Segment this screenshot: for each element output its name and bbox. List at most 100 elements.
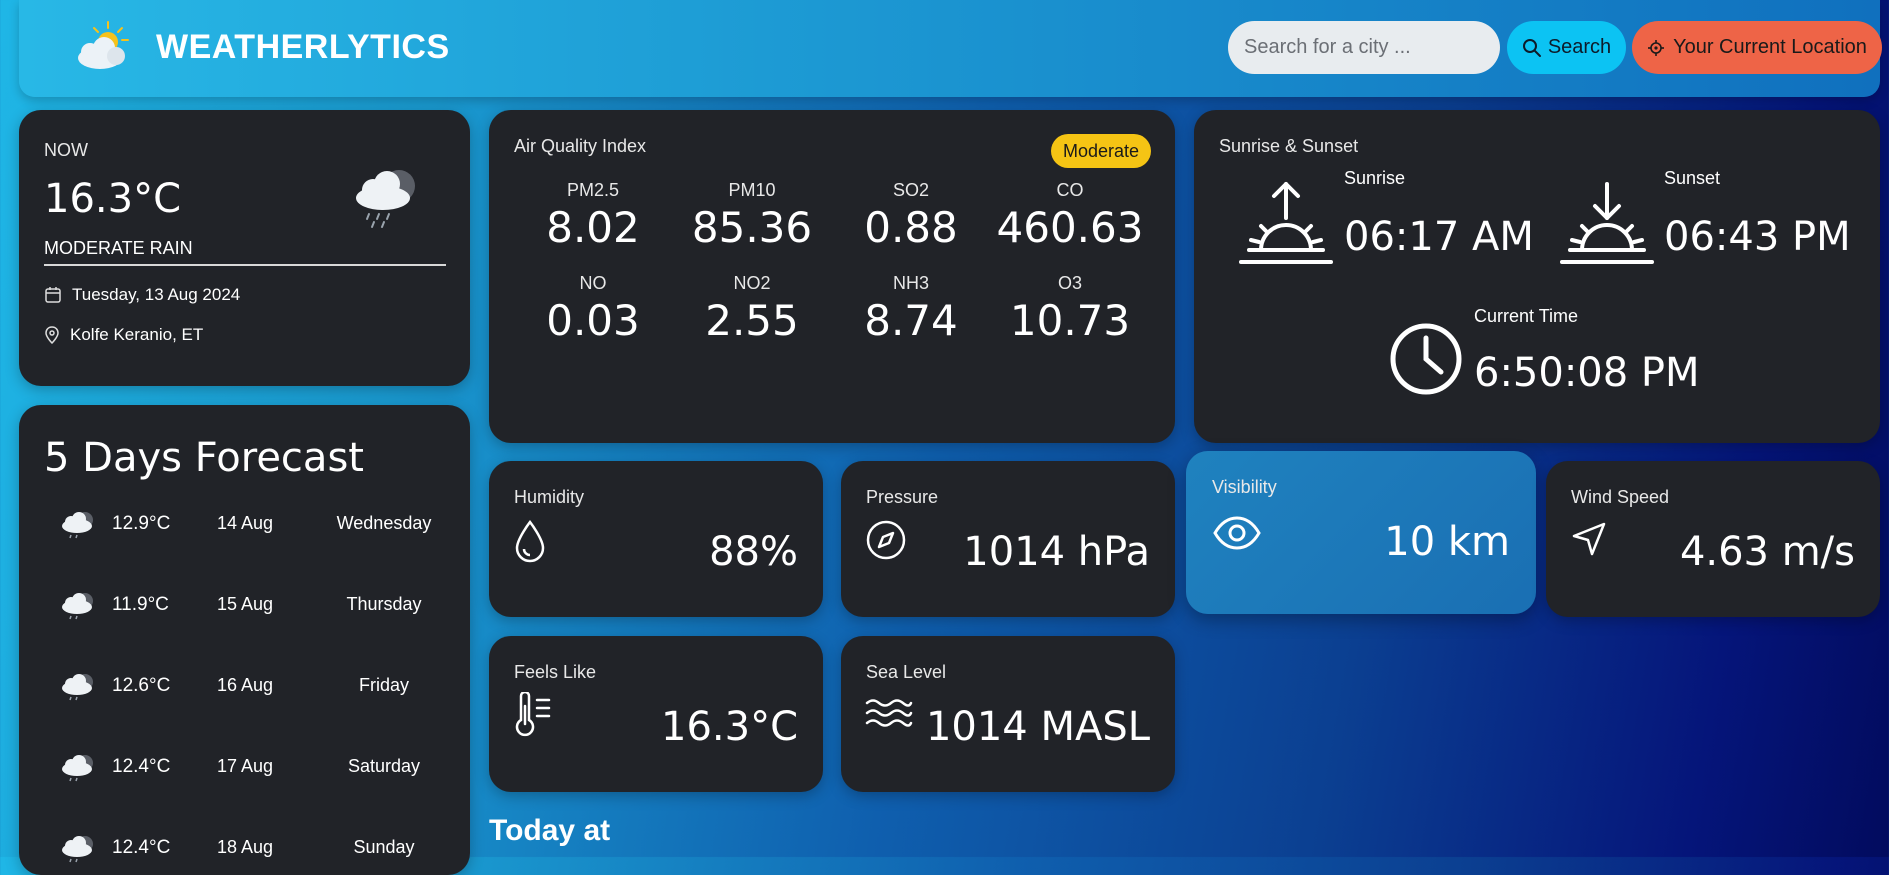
clock-icon <box>1389 322 1463 401</box>
aqi-metric: NH3 8.74 <box>832 273 990 345</box>
aqi-metric-value: 0.03 <box>546 296 640 345</box>
current-time-label: Current Time <box>1474 306 1579 326</box>
current-time: 6:50:08 PM <box>1474 350 1700 396</box>
waves-icon <box>865 699 913 727</box>
divider <box>44 264 446 266</box>
aqi-metric: NO 0.03 <box>514 273 672 345</box>
forecast-day: Sunday <box>353 837 415 857</box>
aqi-metric-value: 10.73 <box>1009 296 1131 345</box>
pressure-value: 1014 hPa <box>963 529 1150 575</box>
map-pin-icon <box>45 326 59 344</box>
forecast-date: 16 Aug <box>217 675 274 695</box>
sea-level-card: Sea Level 1014 MASL <box>841 636 1175 792</box>
aqi-metric-value: 8.02 <box>546 203 640 252</box>
aqi-metric-value: 2.55 <box>705 296 799 345</box>
aqi-metric-name: PM10 <box>728 180 776 200</box>
aqi-metric-name: NO <box>579 273 607 293</box>
sunset-label: Sunset <box>1664 168 1721 188</box>
eye-icon <box>1213 516 1261 550</box>
weather-condition: MODERATE RAIN <box>44 238 193 258</box>
current-temperature: 16.3°C <box>44 176 181 222</box>
cloud-rain-icon <box>62 755 93 782</box>
aqi-metric-value: 0.88 <box>864 203 958 252</box>
current-location-label: Your Current Location <box>1673 36 1867 58</box>
aqi-metric: NO2 2.55 <box>673 273 831 345</box>
current-weather-card: NOW 16.3°C MODERATE RAIN Tuesday, 13 Aug… <box>19 110 470 386</box>
visibility-card: Visibility 10 km <box>1186 451 1536 614</box>
sun-title: Sunrise & Sunset <box>1219 136 1359 156</box>
forecast-date: 14 Aug <box>217 513 274 533</box>
forecast-temp: 12.9°C <box>112 513 171 534</box>
humidity-label: Humidity <box>514 487 585 507</box>
feels-like-value: 16.3°C <box>661 704 798 750</box>
compass-icon <box>866 520 906 560</box>
aqi-status-badge: Moderate <box>1051 134 1151 168</box>
humidity-card: Humidity 88% <box>489 461 823 617</box>
wind-speed-value: 4.63 m/s <box>1679 529 1855 575</box>
sunrise-sunset-card: Sunrise & Sunset Sunrise 06:17 AM Sunset… <box>1194 110 1880 443</box>
date-row: Tuesday, 13 Aug 2024 <box>44 285 240 305</box>
forecast-temp: 12.6°C <box>112 675 171 696</box>
forecast-row: 12.9°C 14 Aug Wednesday <box>19 503 470 543</box>
aqi-metric-value: 8.74 <box>864 296 958 345</box>
pressure-card: Pressure 1014 hPa <box>841 461 1175 617</box>
cloud-rain-icon <box>62 836 93 863</box>
sunset-time: 06:43 PM <box>1664 214 1851 260</box>
cloud-rain-icon <box>62 593 93 620</box>
aqi-metric-name: NH3 <box>892 273 929 293</box>
droplet-icon <box>515 519 545 563</box>
current-location: Kolfe Keranio, ET <box>70 325 204 344</box>
forecast-date: 15 Aug <box>217 594 274 614</box>
wind-speed-card: Wind Speed 4.63 m/s <box>1546 461 1880 617</box>
visibility-label: Visibility <box>1212 477 1277 497</box>
forecast-row: 12.4°C 18 Aug Sunday <box>19 827 470 867</box>
sunset-icon <box>1560 180 1654 269</box>
cloud-rain-icon <box>62 674 93 701</box>
aqi-metric: PM2.5 8.02 <box>514 180 672 252</box>
weather-logo-icon <box>70 20 132 76</box>
aqi-metric: PM10 85.36 <box>673 180 831 252</box>
feels-like-card: Feels Like 16.3°C <box>489 636 823 792</box>
forecast-temp: 12.4°C <box>112 837 171 858</box>
search-button[interactable]: Search <box>1507 21 1626 74</box>
aqi-title: Air Quality Index <box>514 136 647 156</box>
forecast-card: 5 Days Forecast 12.9°C 14 Aug Wednesday 11.… <box>19 405 470 875</box>
sea-level-label: Sea Level <box>866 662 947 682</box>
search-button-label: Search <box>1547 36 1612 58</box>
air-quality-card: Air Quality Index Moderate PM2.5 8.02 PM10… <box>489 110 1175 443</box>
feels-like-label: Feels Like <box>514 662 597 682</box>
sunrise-label: Sunrise <box>1344 168 1406 188</box>
aqi-metric-name: SO2 <box>892 180 930 200</box>
aqi-metric-value: 460.63 <box>996 203 1144 252</box>
brand-title: WEATHERLYTICS <box>156 28 450 66</box>
cloud-rain-icon <box>62 512 93 539</box>
search-icon <box>1522 38 1541 57</box>
search-input[interactable] <box>1228 21 1500 74</box>
humidity-value: 88% <box>709 529 798 575</box>
forecast-day: Thursday <box>346 594 422 614</box>
forecast-temp: 11.9°C <box>112 594 169 615</box>
forecast-day: Friday <box>358 675 409 695</box>
current-location-button[interactable]: Your Current Location <box>1632 21 1882 74</box>
sea-level-value: 1014 MASL <box>925 704 1150 750</box>
aqi-metric: SO2 0.88 <box>832 180 990 252</box>
forecast-row: 11.9°C 15 Aug Thursday <box>19 584 470 624</box>
forecast-day: Wednesday <box>336 513 432 533</box>
rain-cloud-icon <box>349 162 424 232</box>
calendar-icon <box>45 287 61 303</box>
aqi-metric-name: NO2 <box>733 273 771 293</box>
today-at-heading: Today at <box>489 814 611 847</box>
now-label: NOW <box>44 140 88 160</box>
pressure-label: Pressure <box>866 487 939 507</box>
location-row: Kolfe Keranio, ET <box>44 325 203 345</box>
forecast-title: 5 Days Forecast <box>44 435 364 481</box>
aqi-metric: O3 10.73 <box>991 273 1149 345</box>
forecast-date: 17 Aug <box>217 756 274 776</box>
current-date: Tuesday, 13 Aug 2024 <box>72 285 241 304</box>
visibility-value: 10 km <box>1384 519 1510 565</box>
wind-speed-label: Wind Speed <box>1571 487 1670 507</box>
aqi-metric-name: PM2.5 <box>566 180 620 200</box>
forecast-day: Saturday <box>347 756 421 776</box>
forecast-date: 18 Aug <box>217 837 274 857</box>
forecast-row: 12.6°C 16 Aug Friday <box>19 665 470 705</box>
